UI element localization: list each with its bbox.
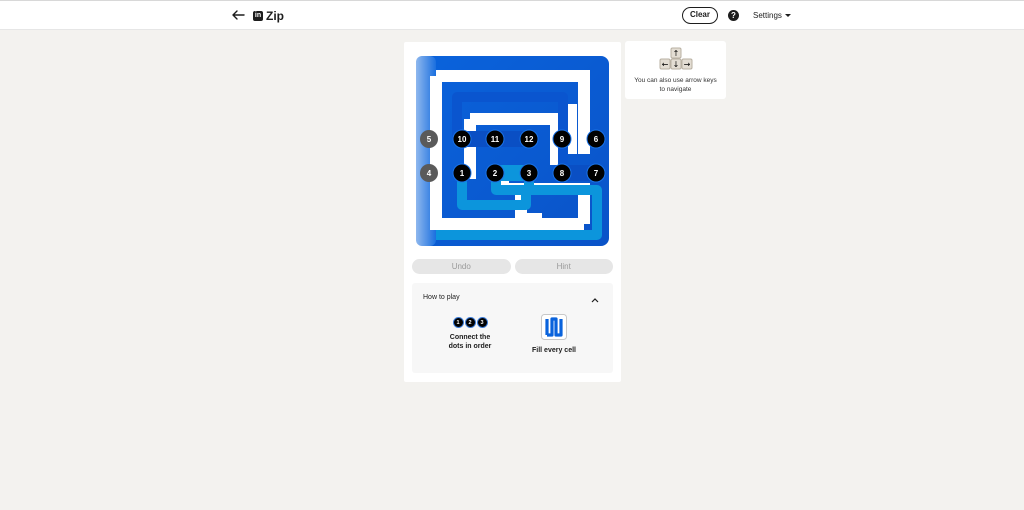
mini-dot: 2 <box>464 317 476 328</box>
dot-3[interactable]: 3 <box>519 163 539 183</box>
svg-text:11: 11 <box>491 135 500 144</box>
dot-9[interactable]: 9 <box>552 129 572 149</box>
game-title: Zip <box>266 9 284 23</box>
caret-down-icon <box>784 14 791 17</box>
how-to-play-panel: How to play 1 2 3 Connect the dots in or… <box>412 283 613 373</box>
svg-text:9: 9 <box>560 135 565 144</box>
clear-button[interactable]: Clear <box>682 7 718 24</box>
step-connect-dots: 1 2 3 Connect the dots in order <box>442 317 498 351</box>
arrow-keys-icon: ↑ ← ↓ → <box>659 47 693 70</box>
svg-text:12: 12 <box>525 135 534 144</box>
svg-text:6: 6 <box>594 135 599 144</box>
mini-dot: 1 <box>452 317 464 328</box>
svg-text:10: 10 <box>458 135 467 144</box>
linkedin-logo-icon: in <box>253 11 263 21</box>
fill-grid-icon <box>541 314 567 340</box>
help-icon[interactable]: ? <box>728 10 739 21</box>
top-bar: in Zip Clear ? Settings <box>0 0 1024 30</box>
dot-4[interactable]: 4 <box>420 164 438 182</box>
svg-text:4: 4 <box>427 169 432 178</box>
chevron-up-icon[interactable] <box>590 292 600 303</box>
control-buttons: Undo Hint <box>412 259 613 274</box>
svg-text:7: 7 <box>594 169 599 178</box>
svg-text:5: 5 <box>427 135 432 144</box>
svg-text:1: 1 <box>460 169 465 178</box>
game-card: 1 2 3 4 5 6 7 8 9 10 11 12 Undo Hint How… <box>404 42 621 382</box>
dot-1[interactable]: 1 <box>452 163 472 183</box>
brand: in Zip <box>253 9 284 23</box>
step-text-line2: dots in order <box>448 343 492 350</box>
dot-7[interactable]: 7 <box>586 163 606 183</box>
arrow-left-icon[interactable] <box>230 7 246 23</box>
keyboard-tip: ↑ ← ↓ → You can also use arrow keys to n… <box>625 41 726 99</box>
mini-dot: 3 <box>476 317 488 328</box>
how-to-play-title: How to play <box>423 294 460 301</box>
dot-8[interactable]: 8 <box>552 163 572 183</box>
step-text-line1: Connect the <box>449 334 491 341</box>
dot-6[interactable]: 6 <box>586 129 606 149</box>
tip-text: You can also use arrow keys to navigate <box>634 77 717 93</box>
svg-text:8: 8 <box>560 169 565 178</box>
step-fill-cells: Fill every cell <box>530 314 578 355</box>
hint-button[interactable]: Hint <box>514 259 613 274</box>
svg-text:↓: ↓ <box>673 60 680 69</box>
svg-text:→: → <box>684 60 691 69</box>
puzzle-board[interactable]: 1 2 3 4 5 6 7 8 9 10 11 12 <box>411 49 614 252</box>
undo-button[interactable]: Undo <box>412 259 511 274</box>
dot-2[interactable]: 2 <box>485 163 505 183</box>
svg-text:↑: ↑ <box>673 49 680 58</box>
mini-dots-illustration: 1 2 3 <box>442 317 498 328</box>
dot-11[interactable]: 11 <box>485 129 505 149</box>
dot-5[interactable]: 5 <box>420 130 438 148</box>
dot-12[interactable]: 12 <box>519 129 539 149</box>
settings-dropdown[interactable]: Settings <box>753 11 791 20</box>
svg-text:3: 3 <box>527 169 532 178</box>
step-text-line1: Fill every cell <box>532 347 576 354</box>
svg-text:←: ← <box>662 60 669 69</box>
dot-10[interactable]: 10 <box>452 129 472 149</box>
svg-text:2: 2 <box>493 169 498 178</box>
settings-label: Settings <box>753 11 782 20</box>
